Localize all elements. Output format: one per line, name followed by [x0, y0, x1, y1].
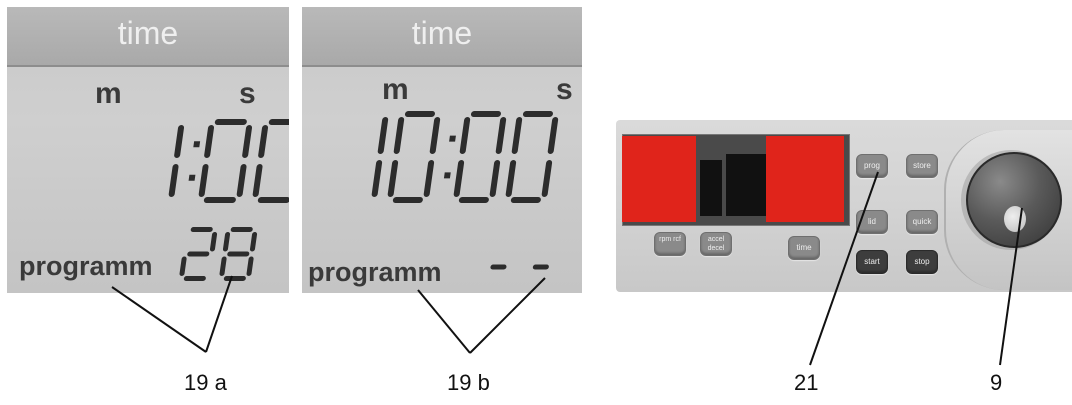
red-mask-right [766, 136, 844, 222]
callout-21: 21 [794, 370, 819, 395]
program-label: programm [19, 251, 153, 281]
rpm-rcf-button[interactable]: rpm rcf [654, 232, 686, 256]
lcd-segment [511, 117, 523, 154]
time-button[interactable]: time [788, 236, 820, 260]
lcd-segment [458, 197, 489, 203]
lcd-segment [236, 164, 247, 197]
lcd-segment [377, 117, 389, 154]
lcd-segment [392, 197, 423, 203]
lcd-segment [423, 160, 435, 197]
lcd-colon-dot [443, 172, 451, 179]
lcd-segment [223, 276, 246, 281]
lcd-segment [547, 117, 559, 154]
lcd-segment [258, 125, 269, 158]
lcd-segment [183, 276, 206, 281]
lcd-segment [404, 111, 435, 117]
red-mask-left [622, 136, 696, 222]
lcd-segment [393, 117, 405, 154]
lcd-segment [209, 232, 218, 252]
lcd-segment [429, 117, 441, 154]
lcd-display-a: time m s programm [7, 7, 289, 293]
lcd-segment [190, 227, 213, 232]
seven-segment-digits [168, 119, 289, 281]
lcd-segment [168, 164, 179, 197]
lcd-segment [203, 197, 236, 203]
lid-button[interactable]: lid [856, 210, 888, 234]
lcd-segment [532, 264, 549, 270]
quick-button[interactable]: quick [906, 210, 938, 234]
time-readout [371, 111, 559, 270]
lcd-segment [204, 125, 215, 158]
lcd-segment [227, 251, 250, 257]
store-button[interactable]: store [906, 154, 938, 178]
lcd-segment [387, 160, 399, 197]
program-label: programm [308, 257, 442, 287]
lcd-segment [198, 164, 209, 197]
control-panel: rpm rcf accel decel time prog store lid … [616, 120, 1072, 292]
lcd-segment [252, 164, 263, 197]
accel-decel-button[interactable]: accel decel [700, 232, 732, 256]
lcd-segment [505, 160, 517, 197]
lcd-segment [246, 256, 254, 276]
leader-19a-left [111, 286, 207, 353]
lcd-segment [268, 119, 289, 125]
lcd-segment [179, 256, 187, 276]
lcd-segment [510, 197, 541, 203]
lcd-segment [522, 111, 553, 117]
lcd-segment [257, 197, 289, 203]
lcd-segment [470, 111, 501, 117]
display-inner-left [700, 160, 722, 216]
lcd-segment [222, 232, 231, 252]
lcd-segment [453, 160, 465, 197]
lcd-segment [490, 264, 507, 270]
display-inner-right [726, 154, 766, 216]
callout-19b: 19 b [447, 370, 490, 395]
lcd-segment [249, 232, 258, 252]
callout-19a: 19 a [184, 370, 227, 395]
lcd-segment [214, 119, 247, 125]
knob-grip [1004, 206, 1026, 232]
lcd-segment [242, 125, 253, 158]
lcd-segment [219, 256, 227, 276]
lcd-segment [371, 160, 383, 197]
prog-button[interactable]: prog [856, 154, 888, 178]
lcd-colon-dot [188, 174, 196, 181]
lcd-colon-dot [193, 141, 201, 148]
rotary-knob[interactable] [966, 152, 1062, 248]
stop-button[interactable]: stop [906, 250, 938, 274]
lcd-segment [495, 117, 507, 154]
lcd-segment [489, 160, 501, 197]
lcd-segment [459, 117, 471, 154]
lcd-segment [187, 251, 210, 257]
leader-19b-left [417, 289, 471, 354]
lcd-segment [174, 125, 185, 158]
lcd-segment [230, 227, 253, 232]
callout-9: 9 [990, 370, 1003, 395]
start-button[interactable]: start [856, 250, 888, 274]
lcd-display-b: time m s programm [302, 7, 582, 293]
seven-segment-digits [371, 111, 559, 270]
lcd-segment [541, 160, 553, 197]
lcd-colon-dot [449, 135, 456, 142]
